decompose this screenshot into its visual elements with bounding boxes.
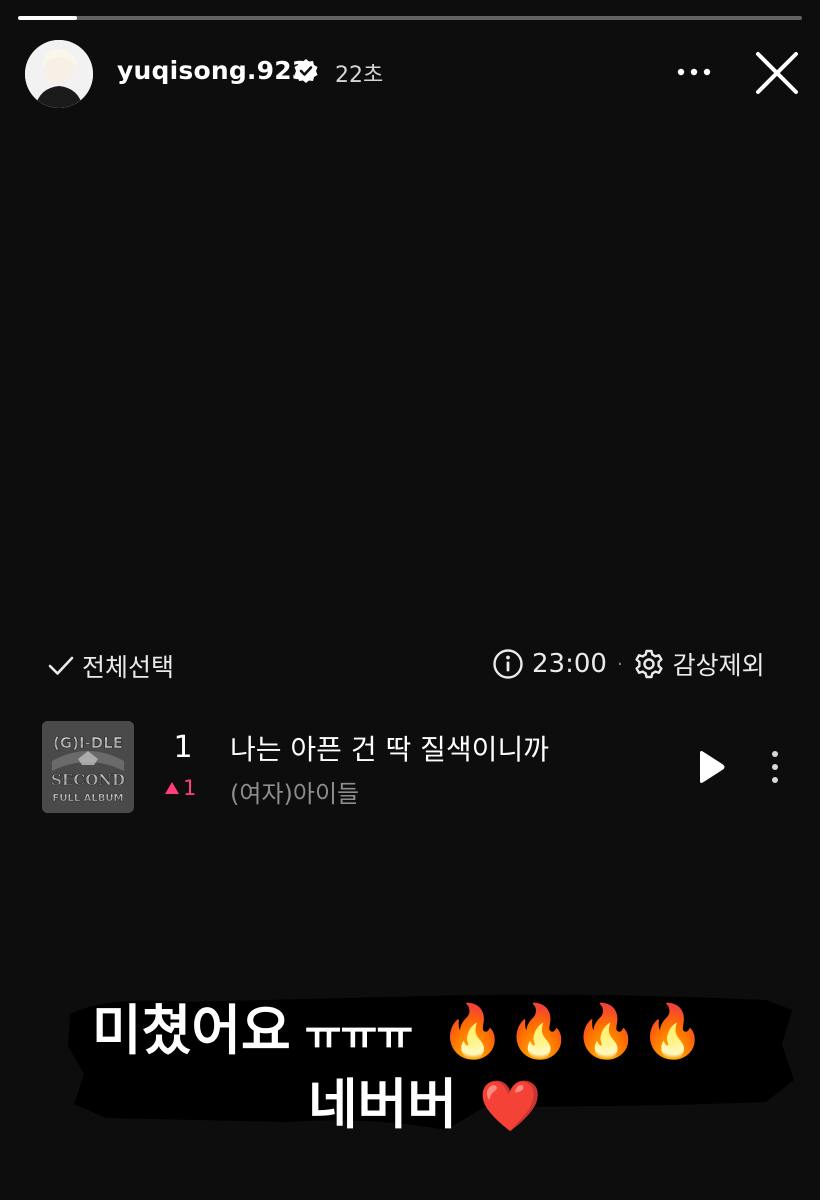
album-art[interactable]: (G)I-DLE SECOND FULL ALBUM: [42, 721, 134, 813]
song-artist[interactable]: (여자)아이들: [230, 774, 359, 809]
info-icon[interactable]: [492, 648, 524, 680]
caption-line-2: 네버버 ❤️: [308, 1060, 820, 1139]
more-horizontal-icon[interactable]: [674, 60, 714, 84]
verified-badge-icon: [294, 59, 318, 83]
play-icon[interactable]: [694, 748, 728, 786]
gear-icon: [635, 649, 663, 679]
select-all-button[interactable]: 전체선택: [48, 648, 174, 684]
album-art-text-1: (G)I-DLE: [53, 734, 123, 752]
album-art-text-3: FULL ALBUM: [53, 793, 124, 804]
caption-text-2: 네버버: [308, 1073, 458, 1136]
exclude-button[interactable]: 감상제외: [633, 646, 765, 682]
heart-emoji-icon: ❤️: [479, 1077, 542, 1135]
separator-dot: ·: [616, 653, 623, 675]
checkmark-icon: [48, 656, 74, 675]
fire-emoji-icons: 🔥🔥🔥🔥: [440, 1002, 708, 1062]
close-icon[interactable]: [752, 48, 802, 98]
caption-text-1: 미쳤어요: [92, 999, 291, 1062]
exclude-label: 감상제외: [672, 651, 765, 680]
select-all-label: 전체선택: [82, 653, 175, 682]
avatar-image: [25, 40, 93, 108]
username[interactable]: yuqisong.923: [117, 56, 309, 85]
playlist-duration: 23:00: [532, 649, 607, 679]
playlist-info-bar: 23:00 · 감상제외: [492, 646, 765, 682]
story-progress-bar: [18, 16, 802, 20]
story-progress-fill: [18, 16, 77, 20]
post-time: 22초: [335, 63, 384, 88]
song-title[interactable]: 나는 아픈 건 딱 질색이니까: [230, 728, 549, 768]
rank-change-value: 1: [183, 776, 197, 800]
album-cover-image: (G)I-DLE SECOND FULL ALBUM: [42, 721, 134, 813]
avatar[interactable]: [25, 40, 93, 108]
rank-change: 1: [164, 776, 196, 800]
rank-up-arrow-icon: [165, 782, 179, 794]
caption-line-1: 미쳤어요 ㅠㅠㅠ 🔥🔥🔥🔥: [92, 986, 820, 1065]
more-vertical-icon[interactable]: [764, 748, 786, 786]
song-rank: 1: [173, 730, 193, 765]
caption-crying-text: ㅠㅠㅠ: [304, 1013, 413, 1059]
album-art-text-2: SECOND: [51, 771, 125, 789]
